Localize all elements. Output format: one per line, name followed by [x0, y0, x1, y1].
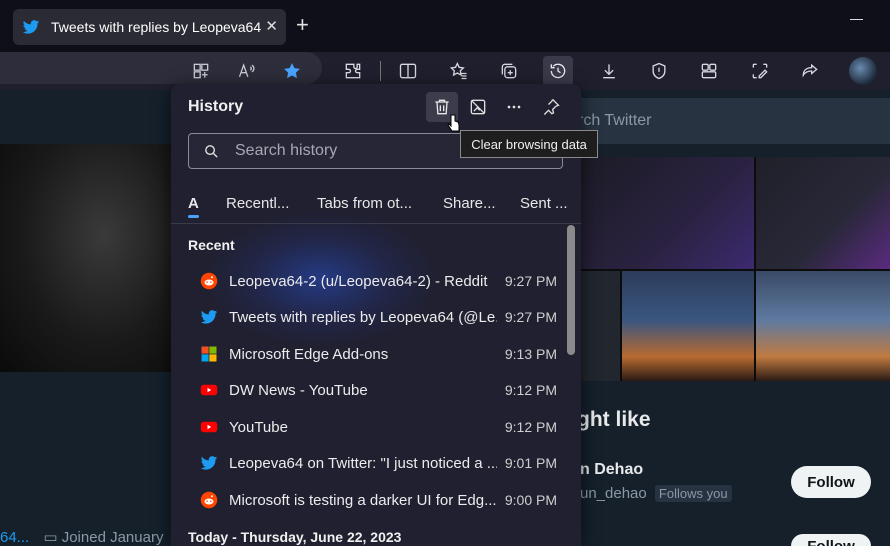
history-icon[interactable] — [543, 56, 573, 86]
more-options-button[interactable] — [498, 92, 530, 122]
suggested-handle-text: un_dehao — [580, 485, 647, 502]
pin-icon — [543, 99, 560, 115]
who-to-follow-title: ght like — [577, 408, 651, 431]
clear-browsing-data-tooltip: Clear browsing data — [460, 130, 598, 158]
suggested-user-name[interactable]: n Dehao — [580, 461, 643, 479]
follows-you-badge: Follows you — [654, 485, 732, 502]
microsoft-icon — [201, 346, 217, 362]
history-item-title: DW News - YouTube — [229, 382, 368, 399]
workspaces-icon[interactable] — [694, 56, 724, 86]
extensions-icon[interactable] — [338, 56, 368, 86]
history-item-time: 9:13 PM — [504, 346, 557, 362]
tabs-divider — [171, 223, 581, 224]
history-item-title: Microsoft Edge Add-ons — [229, 346, 389, 363]
twitter-icon — [200, 310, 218, 324]
ellipsis-icon — [507, 105, 521, 109]
history-title: History — [188, 98, 244, 115]
pin-panel-button[interactable] — [535, 92, 567, 122]
tab-recently-closed[interactable]: Recentl... — [226, 195, 289, 212]
collections-icon[interactable] — [494, 56, 524, 86]
tab-title: Tweets with replies by Leopeva64 — [51, 19, 262, 35]
address-bar[interactable] — [0, 52, 322, 84]
history-item-time: 9:00 PM — [504, 492, 557, 508]
follow-button[interactable]: Follow — [791, 466, 871, 498]
history-item[interactable]: DW News - YouTube 9:12 PM — [188, 372, 560, 408]
media-thumbnail[interactable] — [756, 271, 890, 381]
tab-strip: Tweets with replies by Leopeva64 ✕ + — [0, 0, 890, 52]
history-item-time: 9:27 PM — [504, 273, 557, 289]
follow-button[interactable]: Follow — [791, 534, 871, 546]
app-available-icon[interactable] — [186, 56, 216, 86]
section-today: Today - Thursday, June 22, 2023 — [188, 529, 402, 545]
history-item[interactable]: Microsoft is testing a darker UI for Edg… — [188, 482, 560, 518]
tab-shared[interactable]: Share... — [443, 195, 496, 212]
youtube-icon — [200, 421, 218, 433]
history-item-title: Leopeva64 on Twitter: "I just noticed a … — [229, 455, 497, 472]
history-item[interactable]: Tweets with replies by Leopeva64 (@Le...… — [188, 299, 560, 335]
history-item-time: 9:27 PM — [504, 309, 557, 325]
joined-date: Joined January — [61, 529, 164, 546]
favorites-icon[interactable] — [444, 56, 474, 86]
history-item-title: YouTube — [229, 419, 288, 436]
history-item[interactable]: Leopeva64 on Twitter: "I just noticed a … — [188, 445, 560, 481]
toolbar-divider — [380, 61, 381, 81]
twitter-icon — [22, 20, 40, 34]
calendar-icon: ▭ — [43, 529, 58, 546]
profile-handle-fragment[interactable]: 64... — [0, 529, 29, 546]
mouse-cursor-icon — [447, 114, 460, 132]
media-thumbnail[interactable] — [570, 157, 754, 269]
media-thumbnail[interactable] — [756, 157, 890, 269]
downloads-icon[interactable] — [594, 56, 624, 86]
history-item[interactable]: YouTube 9:12 PM — [188, 409, 560, 445]
history-item-time: 9:12 PM — [504, 419, 557, 435]
image-off-icon — [470, 99, 486, 115]
new-tab-button[interactable]: + — [296, 14, 309, 36]
profile-meta: 64... ▭ Joined January — [0, 528, 163, 546]
close-tab-icon[interactable]: ✕ — [265, 19, 278, 35]
history-tabs: A Recentl... Tabs from ot... Share... Se… — [171, 192, 581, 218]
history-item-title: Microsoft is testing a darker UI for Edg… — [229, 492, 497, 509]
tab-sent[interactable]: Sent ... — [520, 195, 568, 212]
profile-banner-image — [0, 144, 172, 372]
history-item-title: Tweets with replies by Leopeva64 (@Le... — [229, 309, 497, 326]
history-item[interactable]: Microsoft Edge Add-ons 9:13 PM — [188, 336, 560, 372]
read-aloud-icon[interactable] — [232, 56, 262, 86]
twitter-icon — [200, 456, 218, 470]
reddit-icon — [200, 272, 218, 290]
history-item-title: Leopeva64-2 (u/Leopeva64-2) - Reddit — [229, 273, 488, 290]
browser-tab[interactable]: Tweets with replies by Leopeva64 ✕ — [13, 9, 286, 45]
media-thumbnail[interactable] — [622, 271, 754, 381]
twitter-search-input[interactable]: rch Twitter — [560, 98, 890, 144]
youtube-icon — [200, 384, 218, 396]
suggested-user-handle: un_dehao Follows you — [580, 485, 732, 502]
section-recent: Recent — [188, 237, 235, 253]
twitter-search-placeholder: rch Twitter — [578, 112, 652, 129]
share-icon[interactable] — [795, 56, 825, 86]
media-grid[interactable] — [570, 157, 890, 381]
tab-other-devices[interactable]: Tabs from ot... — [317, 195, 412, 212]
favorite-star-icon[interactable] — [277, 56, 307, 86]
history-item-time: 9:01 PM — [504, 455, 557, 471]
reddit-icon — [200, 491, 218, 509]
split-screen-icon[interactable] — [393, 56, 423, 86]
web-capture-icon[interactable] — [745, 56, 775, 86]
minimize-window-icon[interactable] — [850, 19, 863, 20]
search-icon — [205, 145, 218, 158]
browser-essentials-icon[interactable] — [644, 56, 674, 86]
history-item-time: 9:12 PM — [504, 382, 557, 398]
clear-data-button[interactable] — [462, 92, 494, 122]
tab-all[interactable]: A — [188, 195, 199, 218]
history-scrollbar[interactable] — [567, 225, 575, 355]
history-item[interactable]: Leopeva64-2 (u/Leopeva64-2) - Reddit 9:2… — [188, 263, 560, 299]
profile-avatar[interactable] — [849, 57, 877, 85]
